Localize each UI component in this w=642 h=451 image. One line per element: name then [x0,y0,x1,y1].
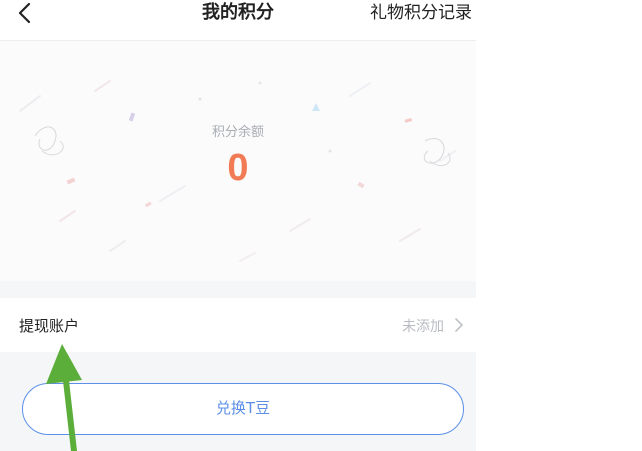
withdraw-account-row[interactable]: 提现账户 未添加 [0,298,476,352]
balance-value: 0 [227,147,249,189]
balance-label: 积分余额 [211,125,264,140]
exchange-t-beans-button[interactable]: 兑换T豆 [22,383,464,435]
points-page: 我的积分 礼物积分记录 积分余额 0 提现账户 未添加 兑换T豆 [0,0,476,451]
gift-points-record-link[interactable]: 礼物积分记录 [370,1,472,25]
header-bar: 我的积分 礼物积分记录 [0,0,476,41]
withdraw-account-label: 提现账户 [19,317,80,335]
chevron-right-icon [455,318,463,332]
balance-card: 积分余额 0 [0,41,476,281]
withdraw-account-status: 未添加 [402,319,444,335]
